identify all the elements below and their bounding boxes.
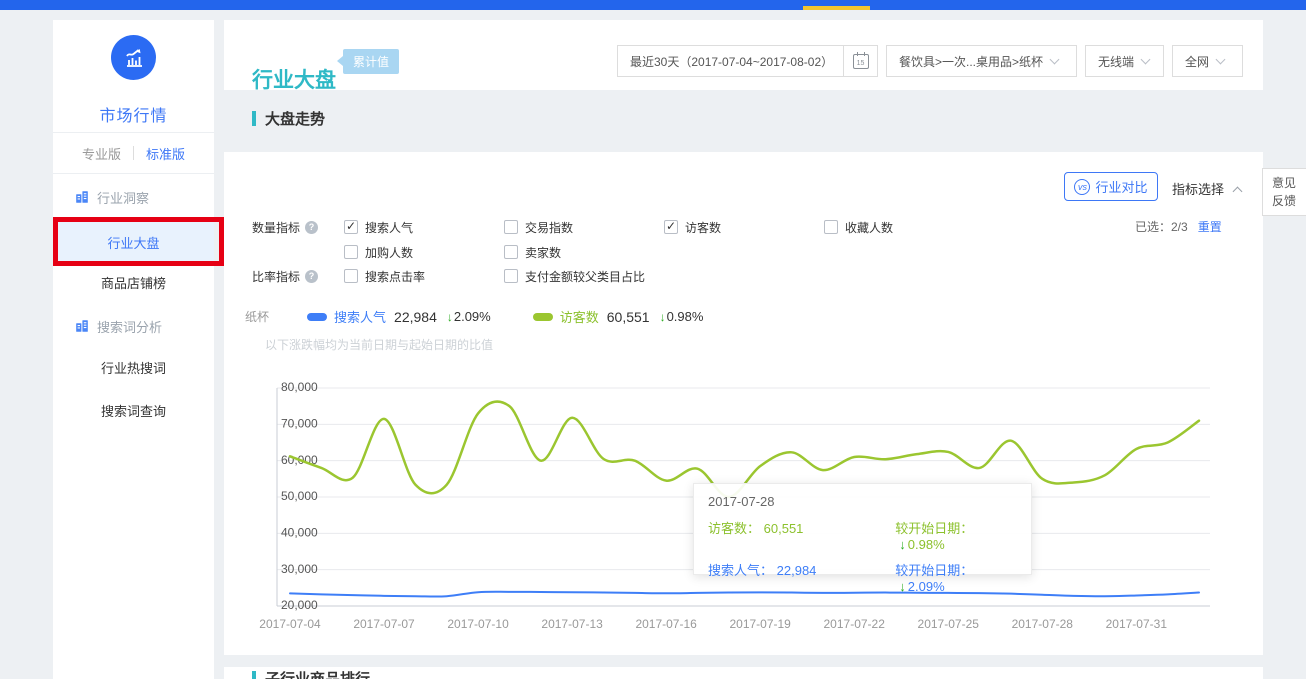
x-axis-tick: 2017-07-13: [541, 617, 603, 631]
sidebar-item-product-shop-ranking[interactable]: 商品店铺榜: [53, 272, 214, 296]
down-arrow-icon: ↓: [899, 537, 906, 552]
tooltip-metric-name: 搜索人气：: [708, 563, 773, 578]
top-nav-active-tab-indicator[interactable]: [803, 6, 870, 10]
sidebar-group-industry-insight[interactable]: 行业洞察: [75, 185, 149, 209]
tooltip-metric-value: 60,551: [764, 521, 804, 536]
chevron-down-icon: [1050, 54, 1060, 64]
section-header-trend: 大盘走势: [252, 108, 325, 129]
tooltip-metric-name: 访客数：: [708, 521, 760, 536]
badge-label: 累计值: [353, 55, 389, 69]
tab-professional[interactable]: 专业版: [82, 144, 121, 163]
x-axis-tick: 2017-07-25: [918, 617, 980, 631]
active-indicator-bar: [53, 222, 57, 266]
tab-standard[interactable]: 标准版: [146, 144, 185, 163]
y-axis-tick: 20,000: [281, 598, 318, 612]
sidebar-group-search-term-analysis[interactable]: 搜索词分析: [75, 314, 162, 338]
section-header-ranking: 子行业商品排行: [252, 668, 370, 679]
version-tabs: 专业版 标准版: [53, 133, 214, 173]
sidebar-item-industry-dashboard[interactable]: 行业大盘: [53, 222, 214, 266]
sidebar-item-label: 商品店铺榜: [101, 276, 166, 291]
y-axis-tick: 80,000: [281, 380, 318, 394]
page-header: 行业大盘 累计值 最近30天（2017-07-04~2017-08-02） 15…: [224, 20, 1263, 90]
app-title: 市场行情: [53, 102, 214, 126]
x-axis-tick: 2017-07-07: [353, 617, 415, 631]
section-title: 大盘走势: [265, 108, 325, 129]
section-title: 子行业商品排行: [265, 668, 370, 679]
page-title: 行业大盘: [252, 64, 336, 94]
feedback-button[interactable]: 意见 反馈: [1262, 168, 1306, 216]
x-axis-tick: 2017-07-22: [824, 617, 886, 631]
market-insight-logo: [111, 35, 156, 80]
next-section-partial: 子行业商品排行: [224, 667, 1263, 679]
tooltip-compare-label: 较开始日期：: [895, 563, 973, 578]
section-marker: [252, 111, 256, 126]
cumulative-value-badge: 累计值: [343, 49, 399, 74]
tooltip-compare-value: 0.98%: [908, 537, 945, 552]
category-value: 餐饮具>一次...桌用品>纸杯: [899, 53, 1043, 70]
tooltip-compare-label: 较开始日期：: [895, 521, 973, 536]
buildings-icon: [75, 319, 89, 333]
sidebar-divider: [53, 173, 214, 174]
sidebar-item-search-term-query[interactable]: 搜索词查询: [53, 400, 214, 424]
tab-separator: [133, 146, 134, 160]
tooltip-metric-value: 22,984: [777, 563, 817, 578]
badge-arrow: [337, 56, 343, 66]
calendar-button[interactable]: 15: [843, 45, 878, 77]
scope-selector[interactable]: 全网: [1172, 45, 1243, 77]
top-navigation-bar: [0, 0, 1306, 10]
date-range-value: 最近30天（2017-07-04~2017-08-02）: [630, 53, 831, 70]
y-axis-tick: 70,000: [281, 417, 318, 431]
tooltip-compare: 较开始日期：↓0.98%: [895, 518, 1017, 552]
x-axis-tick: 2017-07-28: [1012, 617, 1074, 631]
calendar-icon: 15: [853, 54, 869, 69]
sidebar-item-label: 搜索词查询: [101, 404, 166, 419]
sidebar-item-label: 行业热搜词: [101, 361, 166, 376]
x-axis-tick: 2017-07-10: [447, 617, 509, 631]
chart-tooltip: 2017-07-28 访客数： 60,551 较开始日期：↓0.98% 搜索人气…: [693, 483, 1032, 575]
trend-panel: vs 行业对比 指标选择 数量指标 ? 搜索人气 交易指数 访客数 收藏人数: [224, 152, 1263, 655]
feedback-label-line1: 意见: [1272, 174, 1306, 192]
feedback-label-line2: 反馈: [1272, 192, 1306, 210]
chevron-down-icon: [1216, 54, 1226, 64]
sidebar-item-industry-hot-search[interactable]: 行业热搜词: [53, 357, 214, 381]
sidebar-item-label: 行业大盘: [107, 236, 159, 251]
terminal-selector[interactable]: 无线端: [1085, 45, 1164, 77]
down-arrow-icon: ↓: [899, 579, 906, 594]
x-axis-tick: 2017-07-19: [729, 617, 791, 631]
x-axis-tick: 2017-07-04: [259, 617, 321, 631]
y-axis-tick: 40,000: [281, 526, 318, 540]
sidebar-group-label: 行业洞察: [97, 188, 149, 207]
date-range-selector[interactable]: 最近30天（2017-07-04~2017-08-02）: [617, 45, 843, 77]
sidebar: 市场行情 专业版 标准版 行业洞察 行业大盘 商品店铺榜 搜索词分析 行业热搜词: [53, 20, 214, 679]
x-axis-tick: 2017-07-31: [1106, 617, 1168, 631]
sidebar-group-label: 搜索词分析: [97, 317, 162, 336]
section-marker: [252, 671, 256, 679]
x-axis-tick: 2017-07-16: [635, 617, 697, 631]
tooltip-row-search-popularity: 搜索人气： 22,984 较开始日期：↓2.09%: [708, 560, 1017, 594]
tooltip-row-visitors: 访客数： 60,551 较开始日期：↓0.98%: [708, 518, 1017, 552]
tooltip-compare: 较开始日期：↓2.09%: [895, 560, 1017, 594]
tooltip-compare-value: 2.09%: [908, 579, 945, 594]
buildings-icon: [75, 190, 89, 204]
chevron-down-icon: [1141, 54, 1151, 64]
trend-chart-icon: [121, 45, 147, 71]
tooltip-date: 2017-07-28: [708, 494, 1017, 509]
y-axis-tick: 30,000: [281, 562, 318, 576]
scope-value: 全网: [1185, 53, 1209, 70]
terminal-value: 无线端: [1098, 53, 1134, 70]
market-insight-app: { "topbar": { "accent_color": "#2365ec",…: [0, 0, 1306, 679]
tooltip-metric: 访客数： 60,551: [708, 518, 895, 552]
y-axis-tick: 50,000: [281, 489, 318, 503]
tooltip-metric: 搜索人气： 22,984: [708, 560, 895, 594]
category-selector[interactable]: 餐饮具>一次...桌用品>纸杯: [886, 45, 1077, 77]
